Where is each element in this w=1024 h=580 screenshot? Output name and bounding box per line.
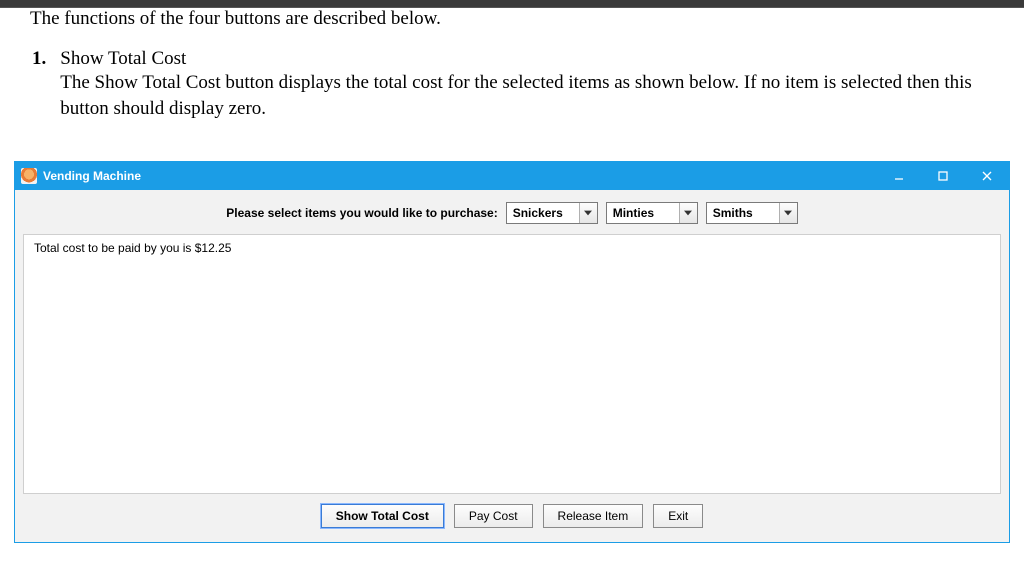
- document-top-border: [0, 0, 1024, 8]
- output-pane: Total cost to be paid by you is $12.25: [23, 234, 1001, 494]
- list-item: 1. Show Total Cost The Show Total Cost b…: [30, 48, 994, 121]
- combo-value: Snickers: [507, 203, 579, 223]
- combo-value: Minties: [607, 203, 679, 223]
- chevron-down-icon: [779, 203, 797, 223]
- close-icon: [981, 170, 993, 182]
- button-row: Show Total Cost Pay Cost Release Item Ex…: [23, 494, 1001, 534]
- show-total-cost-button[interactable]: Show Total Cost: [321, 504, 444, 528]
- minimize-icon: [893, 170, 905, 182]
- combo-item-2[interactable]: Minties: [606, 202, 698, 224]
- intro-line: The functions of the four buttons are de…: [30, 8, 994, 30]
- window-title: Vending Machine: [43, 169, 141, 183]
- combo-value: Smiths: [707, 203, 779, 223]
- titlebar: Vending Machine: [15, 162, 1009, 190]
- item-number: 1.: [32, 48, 46, 121]
- item-description: The Show Total Cost button displays the …: [60, 70, 994, 121]
- select-prompt-label: Please select items you would like to pu…: [226, 206, 497, 220]
- java-icon: [21, 168, 37, 184]
- item-body: Show Total Cost The Show Total Cost butt…: [60, 48, 994, 121]
- maximize-button[interactable]: [921, 162, 965, 190]
- app-body: Please select items you would like to pu…: [15, 190, 1009, 542]
- close-button[interactable]: [965, 162, 1009, 190]
- combo-item-3[interactable]: Smiths: [706, 202, 798, 224]
- item-title: Show Total Cost: [60, 48, 994, 70]
- exit-button[interactable]: Exit: [653, 504, 703, 528]
- pay-cost-button[interactable]: Pay Cost: [454, 504, 533, 528]
- app-window: Vending Machine Please select items you …: [14, 161, 1010, 543]
- chevron-down-icon: [679, 203, 697, 223]
- document-text-area: The functions of the four buttons are de…: [0, 8, 1024, 161]
- selection-row: Please select items you would like to pu…: [23, 196, 1001, 234]
- combo-item-1[interactable]: Snickers: [506, 202, 598, 224]
- total-cost-text: Total cost to be paid by you is $12.25: [34, 241, 231, 255]
- minimize-button[interactable]: [877, 162, 921, 190]
- release-item-button[interactable]: Release Item: [543, 504, 644, 528]
- chevron-down-icon: [579, 203, 597, 223]
- maximize-icon: [937, 170, 949, 182]
